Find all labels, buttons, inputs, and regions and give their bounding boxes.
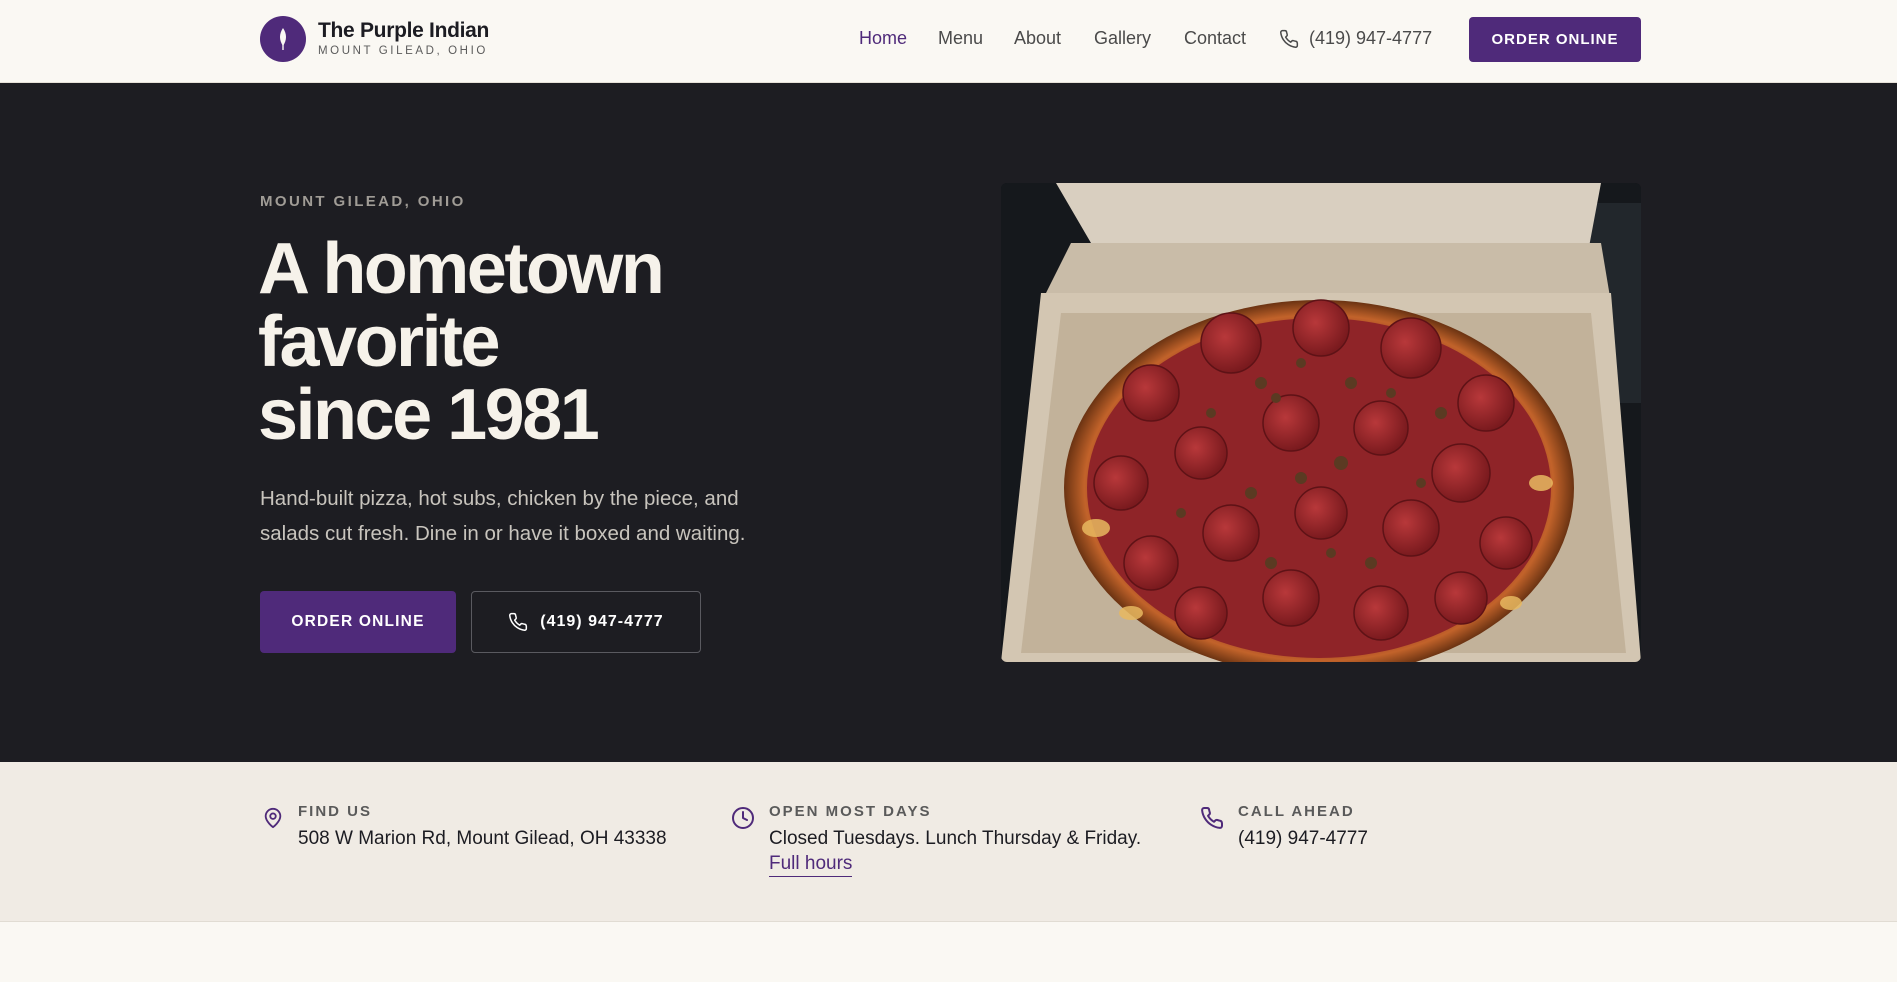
clock-icon <box>732 807 754 829</box>
hours-text: Closed Tuesdays. Lunch Thursday & Friday… <box>769 828 1142 849</box>
map-pin-icon <box>264 807 282 829</box>
address-text: 508 W Marion Rd, Mount Gilead, OH 43338 <box>298 828 667 849</box>
hours-label: OPEN MOST DAYS <box>769 803 932 820</box>
hero-title-line: since 1981 <box>258 375 600 455</box>
phone-icon <box>1280 29 1299 48</box>
full-hours-link[interactable]: Full hours <box>769 852 853 877</box>
nav-menu[interactable]: Menu <box>938 28 983 49</box>
pizza-illustration <box>1001 183 1641 662</box>
header-phone-link[interactable]: (419) 947-4777 <box>1279 28 1432 49</box>
hero-description: Hand-built pizza, hot subs, chicken by t… <box>260 487 746 545</box>
call-block: CALL AHEAD (419) 947-4777 <box>1200 802 1368 852</box>
hero-title: A hometown favorite since 1981 <box>258 233 778 452</box>
call-label: CALL AHEAD <box>1238 803 1355 820</box>
header-order-button[interactable]: ORDER ONLINE <box>1469 17 1641 62</box>
find-us-label: FIND US <box>298 803 372 820</box>
nav-contact[interactable]: Contact <box>1184 28 1246 49</box>
hero-call-button[interactable]: (419) 947-4777 <box>471 591 701 653</box>
site-header: The Purple Indian MOUNT GILEAD, OHIO Hom… <box>0 0 1897 83</box>
hero-eyebrow: MOUNT GILEAD, OHIO <box>260 193 466 210</box>
hero-order-button[interactable]: ORDER ONLINE <box>260 591 456 653</box>
main-nav: Home Menu About Gallery Contact (419) 94… <box>0 0 1897 83</box>
phone-icon <box>509 612 528 631</box>
phone-icon <box>1201 806 1224 829</box>
hero-section: MOUNT GILEAD, OHIO A hometown favorite s… <box>0 83 1897 762</box>
find-us-block: FIND US 508 W Marion Rd, Mount Gilead, O… <box>262 802 667 852</box>
hours-block: OPEN MOST DAYS Closed Tuesdays. Lunch Th… <box>731 802 1141 877</box>
header-phone-text: (419) 947-4777 <box>1309 28 1433 48</box>
hero-title-line: favorite <box>258 302 501 382</box>
hero-title-line: A hometown <box>258 229 665 309</box>
hero-call-label: (419) 947-4777 <box>540 613 664 630</box>
hero-pizza-image <box>1001 183 1641 662</box>
nav-gallery[interactable]: Gallery <box>1094 28 1151 49</box>
nav-home[interactable]: Home <box>859 28 907 49</box>
nav-about[interactable]: About <box>1014 28 1061 49</box>
info-strip: FIND US 508 W Marion Rd, Mount Gilead, O… <box>0 762 1897 922</box>
call-phone-text[interactable]: (419) 947-4777 <box>1238 826 1368 852</box>
